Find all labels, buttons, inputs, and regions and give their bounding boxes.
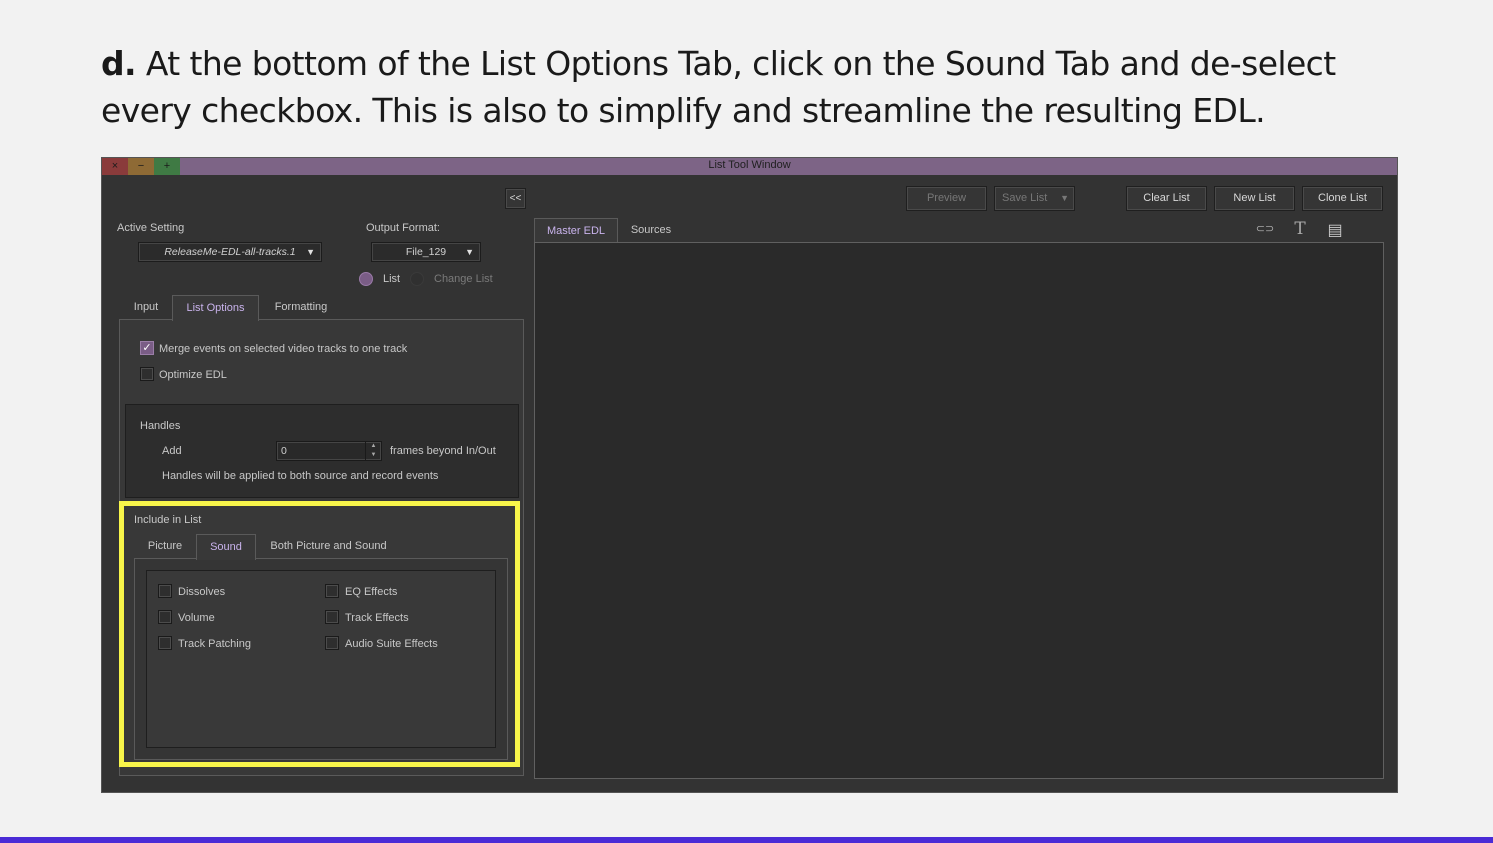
list-radio[interactable]	[359, 272, 373, 286]
change-list-radio-label: Change List	[434, 273, 493, 285]
save-list-label: Save List	[1002, 192, 1048, 204]
active-setting-value: ReleaseMe-EDL-all-tracks.1	[164, 246, 296, 258]
list-radio-label: List	[383, 273, 401, 285]
optimize-edl-label: Optimize EDL	[159, 369, 227, 381]
change-list-radio[interactable]	[410, 272, 424, 286]
list-view-icon[interactable]: ▤	[1325, 220, 1345, 240]
window-titlebar[interactable]: × − + List Tool Window	[102, 158, 1397, 175]
collapse-button[interactable]: <<	[505, 188, 526, 209]
chevron-down-icon: ▼	[465, 247, 474, 257]
clear-list-button[interactable]: Clear List	[1126, 186, 1207, 211]
tab-list-options[interactable]: List Options	[172, 295, 259, 321]
merge-events-checkbox[interactable]: ✓	[140, 341, 154, 355]
handles-add-value: 0	[281, 445, 287, 457]
output-format-value: File_129	[405, 246, 447, 258]
preview-button[interactable]: Preview	[906, 186, 987, 211]
tab-master-edl[interactable]: Master EDL	[534, 218, 618, 243]
frames-beyond-label: frames beyond In/Out	[390, 445, 496, 457]
instruction-body: At the bottom of the List Options Tab, c…	[101, 44, 1336, 130]
new-list-button[interactable]: New List	[1214, 186, 1295, 211]
edl-display-area[interactable]	[534, 242, 1384, 779]
stepper-arrows-icon[interactable]: ▲ ▼	[365, 442, 381, 460]
active-setting-dropdown[interactable]: ReleaseMe-EDL-all-tracks.1 ▼	[138, 242, 322, 262]
merge-events-label: Merge events on selected video tracks to…	[159, 343, 408, 355]
handles-add-input[interactable]: 0 ▲ ▼	[276, 441, 382, 461]
tab-sources[interactable]: Sources	[622, 218, 680, 243]
handles-note: Handles will be applied to both source a…	[162, 470, 439, 482]
handles-add-label: Add	[162, 445, 182, 457]
step-label: d.	[101, 44, 137, 83]
tab-input[interactable]: Input	[124, 295, 168, 320]
instruction-text: d. At the bottom of the List Options Tab…	[101, 40, 1361, 134]
window-title: List Tool Window	[708, 159, 791, 171]
output-format-dropdown[interactable]: File_129 ▼	[371, 242, 481, 262]
text-icon[interactable]: T	[1290, 219, 1310, 239]
handles-title: Handles	[140, 420, 181, 432]
chevron-down-icon: ▼	[1060, 193, 1069, 203]
bottom-accent-bar	[0, 837, 1493, 843]
tab-formatting[interactable]: Formatting	[265, 295, 337, 320]
link-icon[interactable]: ⊂⊃	[1255, 222, 1275, 235]
save-list-button[interactable]: Save List ▼	[994, 186, 1075, 211]
optimize-edl-checkbox[interactable]	[140, 367, 154, 381]
active-setting-label: Active Setting	[117, 222, 185, 234]
clone-list-button[interactable]: Clone List	[1302, 186, 1383, 211]
chevron-down-icon: ▼	[306, 247, 315, 257]
output-format-label: Output Format:	[366, 222, 440, 234]
highlight-box	[119, 501, 520, 767]
